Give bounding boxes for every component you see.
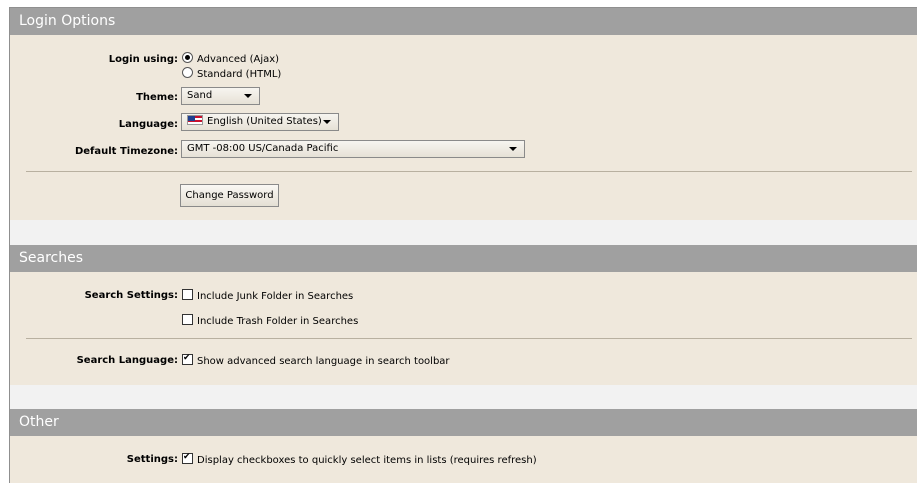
include-trash-text: Include Trash Folder in Searches [197,316,359,327]
login-standard-text: Standard (HTML) [197,69,282,80]
divider [26,171,912,172]
theme-value: Sand [187,90,213,101]
us-flag-icon [187,115,203,125]
login-options-section: Login Options Login using: Advanced (Aja… [10,8,917,220]
show-advanced-checkbox[interactable] [182,354,193,365]
language-select[interactable]: English (United States) [181,113,339,131]
chevron-down-icon [244,94,252,98]
radio-standard[interactable] [182,67,193,78]
login-options-header: Login Options [10,8,917,35]
search-language-label: Search Language: [76,355,178,366]
include-trash-checkbox[interactable] [182,314,193,325]
theme-label: Theme: [136,92,178,103]
timezone-label: Default Timezone: [74,146,178,157]
include-junk-option[interactable]: Include Junk Folder in Searches [182,289,353,302]
display-checkboxes-checkbox[interactable] [182,453,193,464]
theme-select[interactable]: Sand [181,87,260,105]
searches-header: Searches [10,245,917,272]
login-standard-option[interactable]: Standard (HTML) [182,67,281,80]
other-section: Other Settings: Display checkboxes to qu… [10,409,917,483]
timezone-value: GMT -08:00 US/Canada Pacific [187,143,339,154]
searches-section: Searches Search Settings: Include Junk F… [10,245,917,385]
display-checkboxes-option[interactable]: Display checkboxes to quickly select ite… [182,453,537,466]
include-junk-text: Include Junk Folder in Searches [197,291,354,302]
login-using-label: Login using: [108,54,178,65]
change-password-button[interactable]: Change Password [180,184,279,207]
preferences-frame: Login Options Login using: Advanced (Aja… [9,7,917,483]
divider [26,338,912,339]
display-checkboxes-text: Display checkboxes to quickly select ite… [197,455,537,466]
login-advanced-option[interactable]: Advanced (Ajax) [182,52,279,65]
show-advanced-text: Show advanced search language in search … [197,356,450,367]
chevron-down-icon [509,147,517,151]
chevron-down-icon [323,120,331,124]
other-settings-label: Settings: [126,454,178,465]
show-advanced-option[interactable]: Show advanced search language in search … [182,354,450,367]
other-header: Other [10,409,917,436]
include-trash-option[interactable]: Include Trash Folder in Searches [182,314,358,327]
timezone-select[interactable]: GMT -08:00 US/Canada Pacific [181,140,525,158]
search-settings-label: Search Settings: [84,290,178,301]
language-label: Language: [118,119,178,130]
include-junk-checkbox[interactable] [182,289,193,300]
language-value: English (United States) [207,116,322,127]
login-advanced-text: Advanced (Ajax) [197,54,280,65]
radio-advanced[interactable] [182,52,193,63]
